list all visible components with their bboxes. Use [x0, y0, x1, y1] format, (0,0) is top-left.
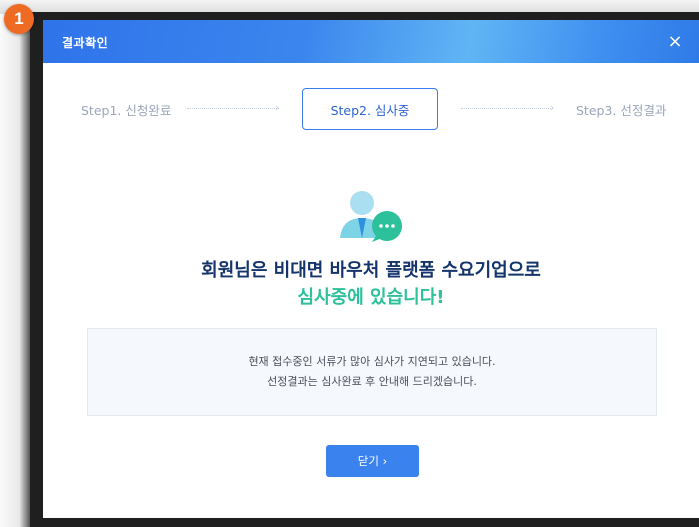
- close-button[interactable]: 닫기 ›: [326, 445, 419, 477]
- close-icon[interactable]: ×: [663, 29, 687, 53]
- notice-box: 현재 접수중인 서류가 많아 심사가 지연되고 있습니다. 선정결과는 심사완료…: [87, 328, 657, 416]
- step-3: Step3. 선정결과: [576, 102, 667, 118]
- status-message: 회원님은 비대면 바우처 플랫폼 수요기업으로: [201, 260, 541, 281]
- step-connector: [461, 108, 553, 111]
- notice-line: 선정결과는 심사완료 후 안내해 드리겠습니다.: [267, 375, 477, 388]
- result-modal: 결과확인 × Step1. 신청완료 › Step2. 심사중 › Step3.…: [43, 20, 699, 518]
- modal-header: 결과확인 ×: [43, 20, 699, 63]
- chevron-right-icon: ›: [550, 101, 555, 114]
- step-number-badge: 1: [4, 4, 34, 34]
- step-connector: [187, 108, 279, 111]
- backdrop-side: [0, 14, 32, 527]
- user-chat-bubble-icon: [340, 191, 402, 242]
- progress-steps: Step1. 신청완료 › Step2. 심사중 › Step3. 선정결과: [43, 88, 699, 130]
- notice-line: 현재 접수중인 서류가 많아 심사가 지연되고 있습니다.: [248, 355, 496, 368]
- step-1: Step1. 신청완료: [81, 102, 172, 118]
- status-highlight: 심사중에 있습니다!: [297, 287, 445, 308]
- chevron-right-icon: ›: [275, 101, 280, 114]
- step-2-current: Step2. 심사중: [302, 88, 438, 130]
- modal-title: 결과확인: [62, 36, 109, 50]
